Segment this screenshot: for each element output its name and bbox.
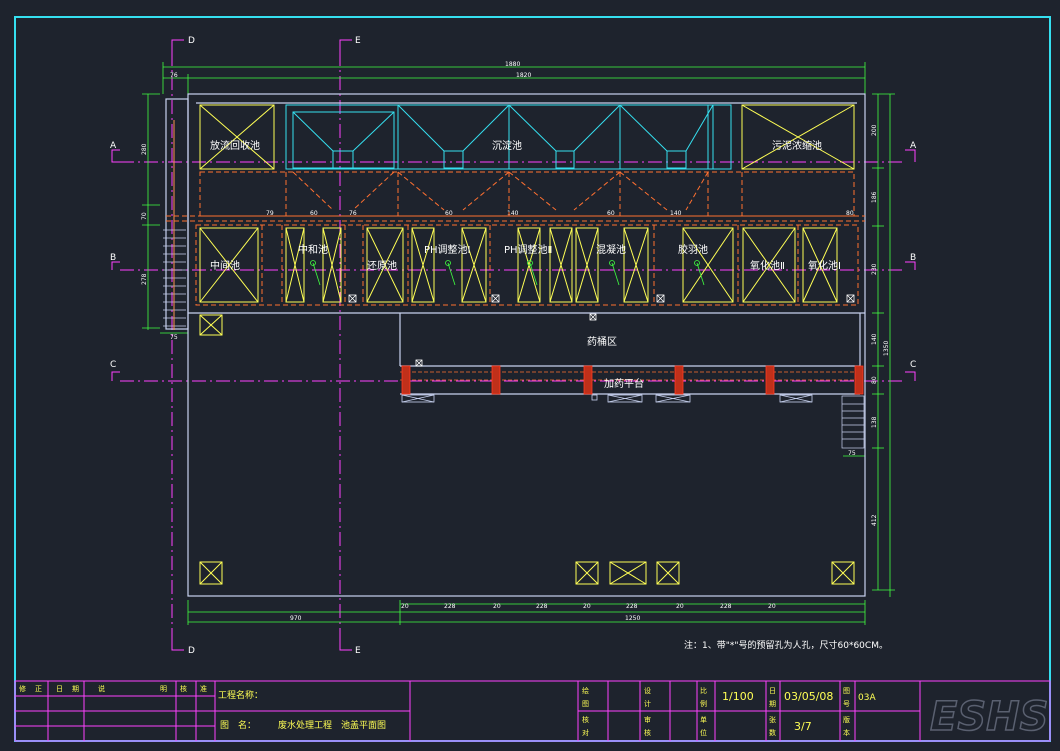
tb-l-ratio: 例 [700,699,707,708]
label-reduce-tank: 还原池 [367,259,397,272]
tb-l-design: 设 [644,686,651,695]
dim-left-offset: 76 [170,72,178,79]
grid-label-d-top: D [188,36,195,46]
tb-l-date: 日 [769,687,776,695]
dim-bottom-20c: 20 [583,603,591,610]
cad-drawing-canvas: D E D E A A B B C C 1880 1820 76 79 60 7… [14,16,1051,742]
label-middle-tank: 中间池 [210,259,240,272]
settling-tank-hoppers [285,104,732,170]
top-tanks [199,104,855,170]
dim-bottom-228a: 228 [444,603,456,610]
dim-bottom-20a: 20 [401,603,409,610]
tb-h-period: 期 [72,685,79,693]
tb-l-ban: 版 [843,715,850,724]
dim-bottom-228c: 228 [626,603,638,610]
tb-l-num: 数 [769,728,776,737]
grid-label-a-left: A [110,141,117,151]
tb-l-scale: 比 [700,686,707,695]
dim-right-412: 412 [871,514,878,526]
tb-l-sheet: 张 [769,715,776,724]
dim-right-200: 200 [871,124,878,136]
grid-label-c-right: C [910,360,916,370]
dim-bottom-20e: 20 [768,603,776,610]
tb-l-fig: 图 [582,700,589,708]
tb-project-label: 工程名称： [218,689,263,701]
tb-h-date: 日 [56,685,63,693]
grid-label-e-bottom: E [355,646,361,656]
label-settling-tank: 沉淀池 [492,139,522,152]
dim-bottom-20b: 20 [493,603,501,610]
floor-hatches [199,314,855,585]
label-coag-tank: 混凝池 [596,243,626,256]
dim-left-280: 280 [141,143,148,155]
platform-hatches [401,394,813,403]
label-reflux-tank: 放流回收池 [210,139,260,152]
grid-label-e-top: E [355,36,361,46]
grid-label-b-left: B [110,253,116,263]
dim-stair-75: 75 [848,450,856,457]
tb-h-approve: 准 [200,684,207,693]
tb-l-check: 核 [582,715,589,724]
title-block-lines [14,680,1051,742]
tb-l-draw: 绘 [582,686,589,695]
drawing-note: 注：1、带"*"号的预留孔为人孔，尺寸60*60CM。 [684,639,888,651]
tb-l-tu: 图 [843,687,850,695]
label-ph2-tank: PH调整池Ⅱ [504,243,552,256]
dim-bottom-228b: 228 [536,603,548,610]
label-floc-tank: 胶羽池 [678,243,708,256]
dim-bottom-970: 970 [290,615,302,622]
dim-right-186: 186 [871,191,878,203]
tb-l-calc: 计 [644,699,651,708]
dim-left-278: 278 [141,273,148,285]
tb-drawing-label: 图 名： [220,719,256,731]
dim-bottom-20d: 20 [676,603,684,610]
tb-l-ben: 本 [843,728,850,737]
label-chem-area: 药桶区 [587,335,617,348]
dim-left-75: 75 [170,334,178,341]
grid-label-b-right: B [910,253,916,263]
label-sludge-tank: 污泥浓缩池 [772,139,822,152]
dim-overall: 1880 [505,61,520,68]
dim-bottom-228d: 228 [720,603,732,610]
label-oxid2-tank: 氧化池Ⅱ [750,259,785,272]
tb-date-value: 03/05/08 [784,690,833,703]
grid-label-a-right: A [910,141,917,151]
grid-bubbles [111,39,916,651]
dim-right-80: 80 [871,376,878,384]
tb-l-approve: 核 [644,728,651,737]
tb-l-hao: 号 [843,700,850,708]
tb-drawing-name: 废水处理工程 池盖平面图 [278,719,386,731]
tb-l-qi: 期 [769,700,776,708]
tb-h-sign: 核 [180,684,187,693]
dim-right-1350: 1350 [883,341,890,356]
label-ph1-tank: PH调整池Ⅰ [424,243,471,256]
tb-h-ming: 明 [160,685,167,693]
middle-tanks [199,227,838,303]
tb-l-pair: 对 [582,728,589,737]
dim-right-140: 140 [871,333,878,345]
tb-h-rev: 修 [19,684,26,693]
dim-inner: 1820 [516,72,531,79]
dim-bottom-1250: 1250 [625,615,640,622]
tb-h-zheng: 正 [35,685,42,693]
right-stair [841,395,865,449]
dim-left-70: 70 [141,212,148,220]
label-neutral-tank: 中和池 [298,243,328,256]
tb-scale-value: 1/100 [722,690,754,703]
label-oxid1-tank: 氧化池Ⅰ [808,259,841,272]
sheet-frame [14,16,1051,742]
dim-right-230: 230 [871,263,878,275]
tb-l-review: 审 [644,715,651,724]
tb-h-shuo: 说 [98,684,105,693]
label-dosing-platform: 加药平台 [604,377,644,390]
dim-right-138: 138 [871,416,878,428]
tb-drawing-no: 03A [858,693,876,703]
grid-label-c-left: C [110,360,116,370]
tb-l-unit: 单 [700,715,707,724]
manholes [348,294,855,367]
tb-sheet-value: 3/7 [794,720,812,733]
watermark-logo: ESHS [930,694,1048,740]
grid-label-d-bottom: D [188,646,195,656]
tb-l-pos: 位 [700,728,707,737]
